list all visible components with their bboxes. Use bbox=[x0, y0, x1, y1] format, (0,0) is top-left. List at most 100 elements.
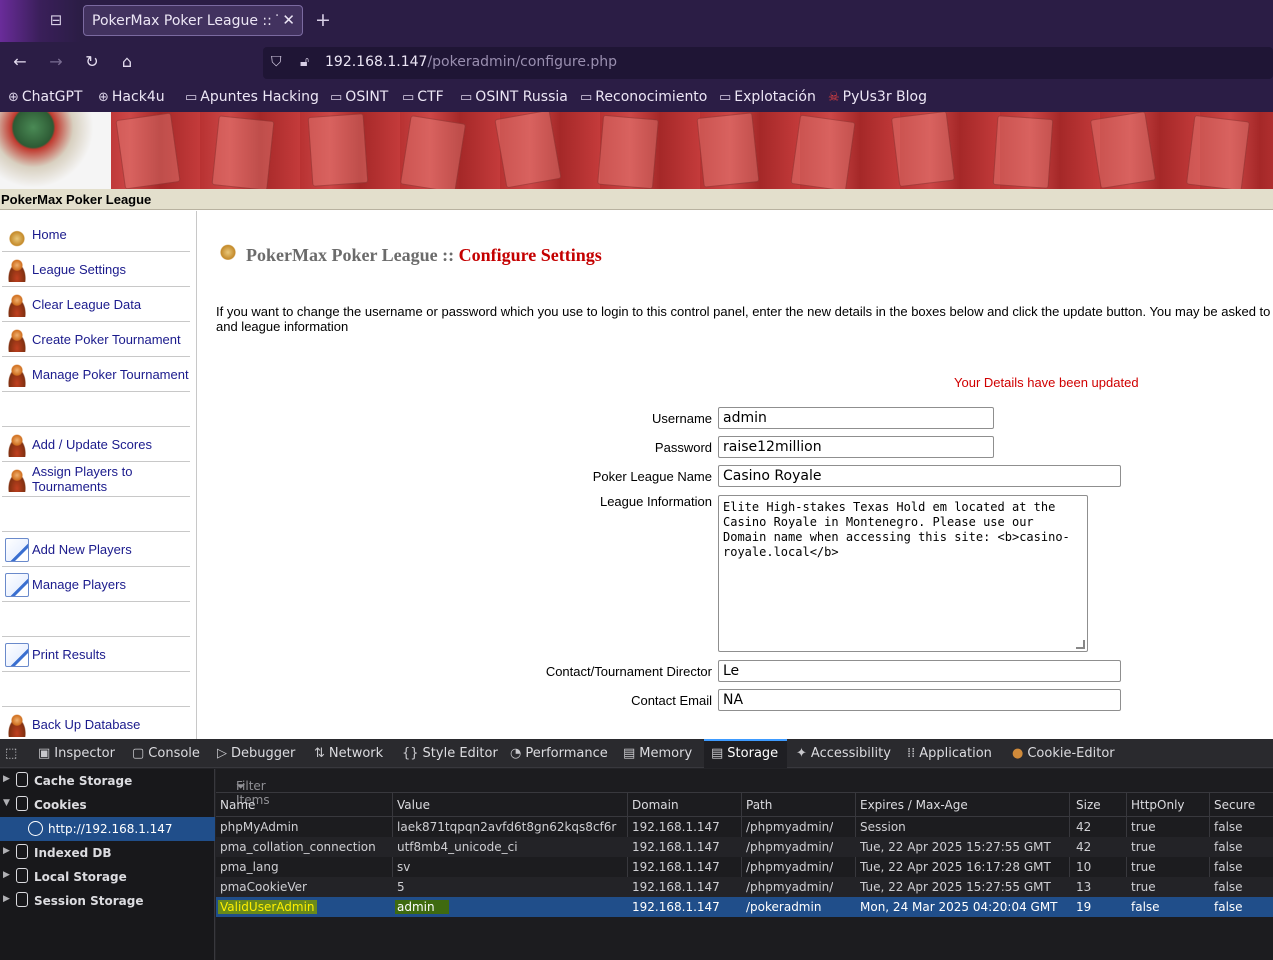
tab-debugger[interactable]: ▷ Debugger bbox=[217, 746, 295, 761]
back-icon[interactable]: ← bbox=[10, 52, 30, 72]
bookmark-folder-osint-russia[interactable]: ▭ OSINT Russia bbox=[460, 89, 568, 105]
tab-console[interactable]: ▢ Console bbox=[132, 746, 200, 761]
site-name: PokerMax Poker League bbox=[1, 192, 152, 207]
cell-value[interactable]: admin bbox=[395, 900, 449, 914]
tab-style-editor[interactable]: {} Style Editor bbox=[402, 746, 498, 761]
tab-cookie-editor[interactable]: ● Cookie-Editor bbox=[1012, 746, 1115, 761]
league-info-textarea[interactable]: Elite High-stakes Texas Hold em located … bbox=[718, 495, 1088, 652]
tab-storage[interactable]: ▤ Storage bbox=[711, 746, 778, 761]
card-decoration bbox=[597, 114, 659, 189]
bookmark-chatgpt[interactable]: ⊕ ChatGPT bbox=[8, 89, 82, 105]
sidebar-item-update-scores[interactable]: Add / Update Scores bbox=[2, 427, 190, 462]
bookmark-hack4u[interactable]: ⊕ Hack4u bbox=[98, 89, 165, 105]
url-bar[interactable]: ⛉ 🔓︎ 192.168.1.147/pokeradmin/configure.… bbox=[263, 47, 1273, 79]
tree-indexed-db[interactable]: ▶ Indexed DB bbox=[0, 841, 215, 865]
sidebar-item-create-tournament[interactable]: Create Poker Tournament bbox=[2, 322, 190, 357]
reload-icon[interactable]: ↻ bbox=[82, 52, 102, 72]
tab-performance[interactable]: ◔ Performance bbox=[510, 746, 608, 761]
tab-label: Performance bbox=[525, 746, 608, 761]
sidebar-item-home[interactable]: Home bbox=[2, 217, 190, 252]
column-header[interactable]: Domain bbox=[632, 798, 679, 812]
resize-handle-icon[interactable] bbox=[1076, 640, 1085, 649]
sidebar-label[interactable]: Add / Update Scores bbox=[32, 437, 152, 452]
card-decoration bbox=[890, 112, 956, 188]
bookmark-folder-explotacion[interactable]: ▭ Explotación bbox=[719, 89, 816, 105]
column-header[interactable]: Name bbox=[220, 798, 255, 812]
sidebar-label[interactable]: Manage Poker Tournament bbox=[32, 367, 189, 382]
cell-name[interactable]: ValidUserAdmin bbox=[218, 900, 317, 914]
column-header[interactable]: Size bbox=[1076, 798, 1101, 812]
director-field[interactable]: Le bbox=[718, 660, 1121, 682]
tab-list-icon[interactable]: ⊟ bbox=[46, 10, 66, 30]
bookmark-folder-ctf[interactable]: ▭ CTF bbox=[402, 89, 444, 105]
table-header: Name Value Domain Path Expires / Max-Age… bbox=[216, 793, 1273, 817]
tree-cookies[interactable]: ▼ Cookies bbox=[0, 793, 215, 817]
sidebar-item-manage-players[interactable]: Manage Players bbox=[2, 567, 190, 602]
sidebar-label[interactable]: Add New Players bbox=[32, 542, 132, 557]
sidebar-label[interactable]: Assign Players to Tournaments bbox=[32, 464, 162, 494]
close-tab-icon[interactable]: ✕ bbox=[282, 11, 295, 29]
sidebar-item-assign-players[interactable]: Assign Players to Tournaments bbox=[2, 462, 190, 497]
table-row[interactable]: pmaCookieVer 5 192.168.1.147 /phpmyadmin… bbox=[216, 877, 1273, 897]
sidebar-label[interactable]: Back Up Database bbox=[32, 717, 140, 732]
tree-cookies-host[interactable]: http://192.168.1.147 bbox=[0, 817, 215, 841]
tab-memory[interactable]: ▤ Memory bbox=[623, 746, 692, 761]
sidebar-item-league-settings[interactable]: League Settings bbox=[2, 252, 190, 287]
shield-icon[interactable]: ⛉ bbox=[271, 54, 282, 70]
house-icon bbox=[5, 223, 29, 247]
table-row[interactable]: pma_lang sv 192.168.1.147 /phpmyadmin/ T… bbox=[216, 857, 1273, 877]
sidebar-item-clear-league-data[interactable]: Clear League Data bbox=[2, 287, 190, 322]
tab-network[interactable]: ⇅ Network bbox=[314, 746, 383, 761]
sidebar-label[interactable]: Clear League Data bbox=[32, 297, 141, 312]
tab-inspector[interactable]: ▣ Inspector bbox=[38, 746, 115, 761]
sidebar-label[interactable]: Print Results bbox=[32, 647, 106, 662]
user-icon bbox=[5, 713, 29, 737]
sidebar-label[interactable]: League Settings bbox=[32, 262, 126, 277]
column-header[interactable]: Expires / Max-Age bbox=[860, 798, 968, 812]
chevron-right-icon[interactable]: ▶ bbox=[3, 870, 10, 880]
tree-local-storage[interactable]: ▶ Local Storage bbox=[0, 865, 215, 889]
chevron-right-icon[interactable]: ▶ bbox=[3, 894, 10, 904]
chevron-right-icon[interactable]: ▶ bbox=[3, 774, 10, 784]
league-name-field[interactable]: Casino Royale bbox=[718, 465, 1121, 487]
insecure-lock-icon[interactable]: 🔓︎ bbox=[300, 54, 309, 70]
username-field[interactable]: admin bbox=[718, 407, 994, 429]
chevron-down-icon[interactable]: ▼ bbox=[3, 798, 10, 808]
tree-cache-storage[interactable]: ▶ Cache Storage bbox=[0, 769, 215, 793]
home-icon[interactable]: ⌂ bbox=[117, 52, 137, 72]
bookmark-folder-osint[interactable]: ▭ OSINT bbox=[330, 89, 388, 105]
bookmark-folder-reconocimiento[interactable]: ▭ Reconocimiento bbox=[580, 89, 707, 105]
tab-accessibility[interactable]: ✦ Accessibility bbox=[796, 746, 891, 761]
sidebar-item-manage-tournament[interactable]: Manage Poker Tournament bbox=[2, 357, 190, 392]
column-header[interactable]: Value bbox=[397, 798, 430, 812]
sidebar-label[interactable]: Create Poker Tournament bbox=[32, 332, 181, 347]
sidebar-item-print-results[interactable]: Print Results bbox=[2, 637, 190, 672]
database-icon bbox=[16, 892, 28, 907]
new-tab-icon[interactable]: + bbox=[315, 9, 331, 31]
table-row[interactable]: phpMyAdmin laek871tqpqn2avfd6t8gn62kqs8c… bbox=[216, 817, 1273, 837]
bookmark-pyus3r-blog[interactable]: ☠ PyUs3r Blog bbox=[828, 89, 927, 105]
column-header[interactable]: Path bbox=[746, 798, 772, 812]
cell-value: 5 bbox=[397, 880, 405, 894]
sidebar-item-backup-database[interactable]: Back Up Database bbox=[2, 707, 190, 742]
url-text[interactable]: 192.168.1.147/pokeradmin/configure.php bbox=[325, 54, 617, 70]
email-field[interactable]: NA bbox=[718, 689, 1121, 711]
chevron-right-icon[interactable]: ▶ bbox=[3, 846, 10, 856]
filter-input[interactable]: ⏷ Filter Items bbox=[216, 769, 1273, 807]
bookmark-folder-apuntes[interactable]: ▭ Apuntes Hacking bbox=[185, 89, 319, 105]
table-row[interactable]: pma_collation_connection utf8mb4_unicode… bbox=[216, 837, 1273, 857]
password-field[interactable]: raise12million bbox=[718, 436, 994, 458]
cell-httponly: false bbox=[1131, 900, 1160, 914]
sidebar-label[interactable]: Manage Players bbox=[32, 577, 126, 592]
tree-session-storage[interactable]: ▶ Session Storage bbox=[0, 889, 215, 913]
bookmarks-toolbar: ⊕ ChatGPT ⊕ Hack4u ▭ Apuntes Hacking ▭ OSINT… bbox=[0, 84, 1273, 112]
forward-icon[interactable]: → bbox=[46, 52, 66, 72]
sidebar-label[interactable]: Home bbox=[32, 227, 67, 242]
browser-tab[interactable]: PokerMax Poker League :: Th ✕ bbox=[83, 5, 303, 36]
column-header[interactable]: HttpOnly bbox=[1131, 798, 1185, 812]
table-row-selected[interactable]: ValidUserAdmin admin 192.168.1.147 /poke… bbox=[216, 897, 1273, 917]
tab-application[interactable]: ⁞⁞ Application bbox=[907, 746, 992, 761]
column-header[interactable]: Secure bbox=[1214, 798, 1255, 812]
element-picker-icon[interactable]: ⬚ bbox=[5, 746, 21, 761]
sidebar-item-add-players[interactable]: Add New Players bbox=[2, 532, 190, 567]
